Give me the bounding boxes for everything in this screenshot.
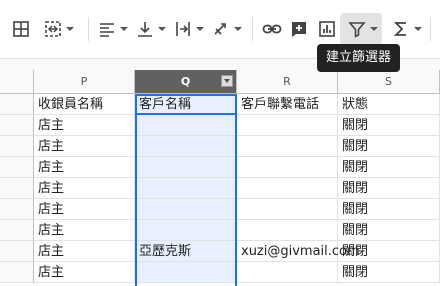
text-rotation-button[interactable] bbox=[212, 18, 242, 40]
merge-cells-button[interactable] bbox=[44, 18, 74, 40]
insert-link-button[interactable] bbox=[262, 18, 282, 40]
table-cell[interactable] bbox=[237, 178, 338, 199]
table-row: 店主 關閉 bbox=[0, 115, 440, 136]
table-row: 店主 關閉 bbox=[0, 157, 440, 178]
table-cell[interactable]: 店主 bbox=[34, 115, 135, 136]
column-header-s[interactable]: S bbox=[338, 70, 440, 94]
table-cell[interactable]: 狀態 bbox=[338, 94, 440, 115]
text-wrapping-button[interactable] bbox=[174, 18, 204, 40]
table-cell[interactable]: 店主 bbox=[34, 241, 135, 262]
borders-button[interactable] bbox=[12, 18, 30, 40]
chevron-down-icon bbox=[370, 27, 378, 31]
table-cell[interactable] bbox=[135, 115, 237, 136]
table-cell[interactable] bbox=[135, 199, 237, 220]
horizontal-align-button[interactable] bbox=[98, 18, 128, 40]
merge-cells-icon bbox=[45, 21, 61, 37]
row-header[interactable] bbox=[0, 136, 34, 157]
functions-icon bbox=[393, 22, 406, 36]
row-header[interactable] bbox=[0, 157, 34, 178]
table-cell[interactable] bbox=[135, 136, 237, 157]
table-cell[interactable]: 關閉 bbox=[338, 199, 440, 220]
chevron-down-icon bbox=[66, 27, 74, 31]
table-cell[interactable]: 關閉 bbox=[338, 115, 440, 136]
table-cell[interactable] bbox=[135, 157, 237, 178]
column-header-label: Q bbox=[180, 75, 191, 88]
chevron-down-icon bbox=[234, 27, 242, 31]
column-header-q[interactable]: Q bbox=[135, 70, 237, 94]
filter-tooltip: 建立篩選器 bbox=[317, 44, 401, 72]
table-cell[interactable]: 店主 bbox=[34, 157, 135, 178]
table-cell[interactable]: 店主 bbox=[34, 136, 135, 157]
toolbar-divider bbox=[252, 17, 253, 41]
table-row: 店主 亞歷克斯 xuzi@givmail.com 關閉 bbox=[0, 241, 440, 262]
insert-link-icon bbox=[262, 24, 282, 34]
table-cell[interactable]: 店主 bbox=[34, 220, 135, 241]
table-cell[interactable]: 店主 bbox=[34, 199, 135, 220]
functions-button[interactable] bbox=[392, 18, 422, 40]
table-cell[interactable]: 關閉 bbox=[338, 262, 440, 283]
row-header[interactable] bbox=[0, 220, 34, 241]
insert-comment-button[interactable] bbox=[290, 18, 308, 40]
table-cell[interactable]: 客戶聯繫電話 bbox=[237, 94, 338, 115]
header-row: 收銀員名稱 客戶名稱 客戶聯繫電話 狀態 bbox=[0, 94, 440, 115]
vertical-align-icon bbox=[138, 22, 152, 37]
row-header[interactable] bbox=[0, 115, 34, 136]
table-cell[interactable] bbox=[135, 178, 237, 199]
text-wrapping-icon bbox=[176, 22, 190, 36]
column-header-p[interactable]: P bbox=[34, 70, 135, 94]
table-row: 店主 關閉 bbox=[0, 220, 440, 241]
row-header[interactable] bbox=[0, 262, 34, 283]
toolbar-divider bbox=[88, 17, 89, 41]
table-row: 店主 關閉 bbox=[0, 199, 440, 220]
table-row: 店主 關閉 bbox=[0, 178, 440, 199]
row-header[interactable] bbox=[0, 94, 34, 115]
table-cell[interactable]: 關閉 bbox=[338, 136, 440, 157]
table-cell[interactable]: 客戶名稱 bbox=[135, 94, 237, 115]
row-header[interactable] bbox=[0, 178, 34, 199]
column-header-r[interactable]: R bbox=[237, 70, 338, 94]
insert-chart-button[interactable] bbox=[318, 18, 336, 40]
table-cell[interactable] bbox=[135, 262, 237, 283]
vertical-align-button[interactable] bbox=[136, 18, 166, 40]
table-cell[interactable] bbox=[237, 262, 338, 283]
chevron-down-icon bbox=[120, 27, 128, 31]
chevron-down-icon bbox=[158, 27, 166, 31]
table-cell[interactable]: 店主 bbox=[34, 178, 135, 199]
table-cell[interactable]: 亞歷克斯 bbox=[135, 241, 237, 262]
table-cell[interactable] bbox=[237, 115, 338, 136]
create-filter-button[interactable] bbox=[348, 18, 378, 40]
row-header[interactable] bbox=[0, 241, 34, 262]
filter-icon bbox=[348, 22, 366, 38]
insert-chart-icon bbox=[319, 21, 335, 37]
chevron-down-icon bbox=[414, 27, 422, 31]
table-cell[interactable] bbox=[135, 220, 237, 241]
table-cell[interactable]: xuzi@givmail.com bbox=[237, 241, 360, 262]
table-row: 店主 關閉 bbox=[0, 136, 440, 157]
table-cell[interactable] bbox=[237, 157, 338, 178]
table-cell[interactable]: 關閉 bbox=[338, 220, 440, 241]
table-row: 店主 關閉 bbox=[0, 262, 440, 283]
table-cell[interactable] bbox=[237, 199, 338, 220]
table-cell[interactable]: 關閉 bbox=[338, 178, 440, 199]
table-cell[interactable]: 收銀員名稱 bbox=[34, 94, 135, 115]
spreadsheet-grid: P Q R S 收銀員名稱 客戶名稱 客戶聯繫電話 狀態 店主 關閉 店主 關閉 店主 關閉 店主關… bbox=[0, 70, 440, 286]
table-cell[interactable] bbox=[237, 220, 338, 241]
chevron-down-icon bbox=[196, 27, 204, 31]
toolbar-divider bbox=[430, 17, 431, 41]
column-menu-dropdown-icon[interactable] bbox=[221, 75, 233, 87]
table-cell[interactable] bbox=[237, 136, 338, 157]
insert-comment-icon bbox=[292, 22, 306, 37]
borders-icon bbox=[13, 21, 29, 37]
text-rotation-icon bbox=[214, 23, 226, 35]
table-cell[interactable]: 店主 bbox=[34, 262, 135, 283]
row-header[interactable] bbox=[0, 199, 34, 220]
corner-header[interactable] bbox=[0, 70, 34, 94]
table-cell[interactable]: 關閉 bbox=[338, 157, 440, 178]
horizontal-align-icon bbox=[100, 23, 114, 37]
